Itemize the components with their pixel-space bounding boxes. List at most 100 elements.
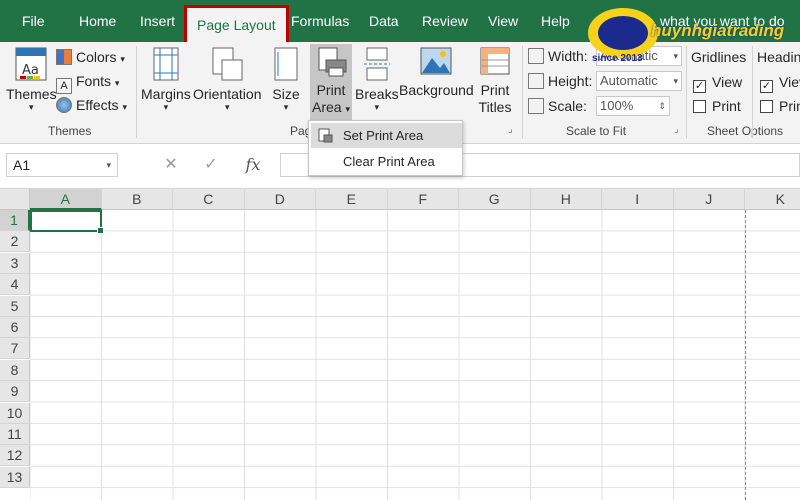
group-divider <box>686 46 687 138</box>
column-header[interactable]: I <box>602 189 674 210</box>
tab-page-layout[interactable]: Page Layout <box>184 5 289 42</box>
scale-to-fit-group-label: Scale to Fit <box>566 124 627 138</box>
cancel-icon[interactable]: ✕ <box>156 153 186 177</box>
insert-function-icon[interactable]: fx <box>238 153 268 177</box>
select-all-corner[interactable] <box>0 189 30 210</box>
column-header[interactable]: A <box>30 189 102 210</box>
column-header[interactable]: G <box>459 189 531 210</box>
gridlines-print-checkbox[interactable]: Print <box>693 96 741 116</box>
scale-label: Scale: <box>528 96 587 116</box>
column-header[interactable]: F <box>387 189 459 210</box>
column-header[interactable]: K <box>745 189 800 210</box>
orientation-button[interactable]: Orientation ▾ <box>193 46 261 112</box>
row-header[interactable]: 6 <box>0 317 30 338</box>
themes-group-label: Themes <box>48 124 92 138</box>
row-header[interactable]: 3 <box>0 252 30 274</box>
headings-heading: Headin <box>757 49 800 65</box>
column-header[interactable]: H <box>530 189 602 210</box>
group-divider <box>136 46 137 138</box>
cell-grid[interactable] <box>30 210 800 500</box>
palette-icon <box>56 49 72 65</box>
dialog-launcher-icon[interactable]: ⌟ <box>508 124 513 136</box>
print-titles-icon <box>480 47 510 75</box>
tab-data[interactable]: Data <box>369 0 399 42</box>
row-header[interactable]: 13 <box>0 466 30 488</box>
height-icon <box>528 73 544 89</box>
checkmark-icon: ✓ <box>760 80 773 93</box>
dialog-launcher-icon[interactable]: ⌟ <box>674 124 679 136</box>
page-size-icon <box>274 47 298 81</box>
column-header[interactable]: E <box>316 189 388 210</box>
brand-since: since 2013 <box>592 53 643 64</box>
width-label: Width: <box>528 46 588 66</box>
chevron-down-icon: ▾ <box>29 102 34 112</box>
themes-icon: Aa <box>15 47 47 81</box>
brand-logo <box>588 8 658 58</box>
set-print-area-icon <box>318 128 333 143</box>
print-area-button[interactable]: Print Area ▾ <box>312 46 350 118</box>
effects-button[interactable]: Effects ▾ <box>56 95 127 115</box>
margins-icon <box>153 47 179 81</box>
brand-watermark: huynhgiatrading <box>651 21 785 40</box>
width-icon <box>528 48 544 64</box>
group-divider <box>522 46 523 138</box>
active-cell-a1[interactable] <box>30 210 104 234</box>
headings-view-checkbox[interactable]: ✓Viev <box>760 72 800 93</box>
scale-icon <box>528 98 544 114</box>
chevron-down-icon: ▾ <box>673 51 678 61</box>
svg-text:Aa: Aa <box>22 63 39 78</box>
print-area-menu: Set Print Area Clear Print Area <box>308 120 463 176</box>
margins-button[interactable]: Margins ▾ <box>141 46 191 112</box>
row-header[interactable]: 2 <box>0 231 30 253</box>
column-header[interactable]: D <box>244 189 316 210</box>
themes-button[interactable]: Aa Themes ▾ <box>6 46 57 112</box>
picture-icon <box>420 47 452 75</box>
row-header[interactable]: 10 <box>0 402 30 424</box>
orientation-icon <box>212 47 243 81</box>
tab-formulas[interactable]: Formulas <box>291 0 349 42</box>
enter-icon[interactable]: ✓ <box>196 153 226 177</box>
column-header[interactable]: C <box>173 189 245 210</box>
font-icon: A <box>56 78 72 94</box>
row-header[interactable]: 5 <box>0 295 30 317</box>
group-divider <box>752 46 753 138</box>
tab-file[interactable]: File <box>22 0 45 42</box>
breaks-icon <box>363 47 390 81</box>
column-header[interactable]: J <box>673 189 745 210</box>
row-header[interactable]: 7 <box>0 338 30 360</box>
height-label: Height: <box>528 71 592 91</box>
print-area-icon <box>318 47 347 77</box>
scale-spinner[interactable]: 100% ⇕ <box>596 96 670 116</box>
row-header[interactable]: 12 <box>0 445 30 467</box>
colors-button[interactable]: Colors ▾ <box>56 47 125 67</box>
size-button[interactable]: Size ▾ <box>272 46 300 112</box>
clear-print-area-item[interactable]: Clear Print Area <box>311 149 462 174</box>
background-button[interactable]: Background <box>399 46 474 98</box>
tab-review[interactable]: Review <box>422 0 468 42</box>
effects-icon <box>56 97 72 113</box>
page-break-line <box>745 210 746 500</box>
chevron-down-icon: ▾ <box>106 160 111 170</box>
tab-help[interactable]: Help <box>541 0 570 42</box>
gridlines-heading: Gridlines <box>691 49 747 65</box>
headings-print-checkbox[interactable]: Prin <box>760 96 800 116</box>
row-header[interactable]: 8 <box>0 359 30 381</box>
set-print-area-item[interactable]: Set Print Area <box>311 123 462 148</box>
name-box[interactable]: A1 ▾ <box>6 153 118 177</box>
tab-home[interactable]: Home <box>79 0 116 42</box>
fonts-button[interactable]: A Fonts ▾ <box>56 71 119 94</box>
height-select[interactable]: Automatic ▾ <box>596 71 682 91</box>
column-header[interactable]: B <box>101 189 173 210</box>
tab-insert[interactable]: Insert <box>140 0 175 42</box>
chevron-down-icon: ▾ <box>673 76 678 86</box>
checkmark-icon: ✓ <box>693 80 706 93</box>
row-header[interactable]: 11 <box>0 424 30 445</box>
row-header[interactable]: 1 <box>0 210 30 231</box>
print-titles-button[interactable]: Print Titles <box>478 46 512 116</box>
gridlines-view-checkbox[interactable]: ✓ View <box>693 72 742 93</box>
breaks-button[interactable]: Breaks ▾ <box>355 46 399 112</box>
row-header[interactable]: 4 <box>0 274 30 296</box>
row-header[interactable]: 9 <box>0 381 30 403</box>
spinner-arrows-icon: ⇕ <box>658 101 666 111</box>
tab-view[interactable]: View <box>488 0 518 42</box>
